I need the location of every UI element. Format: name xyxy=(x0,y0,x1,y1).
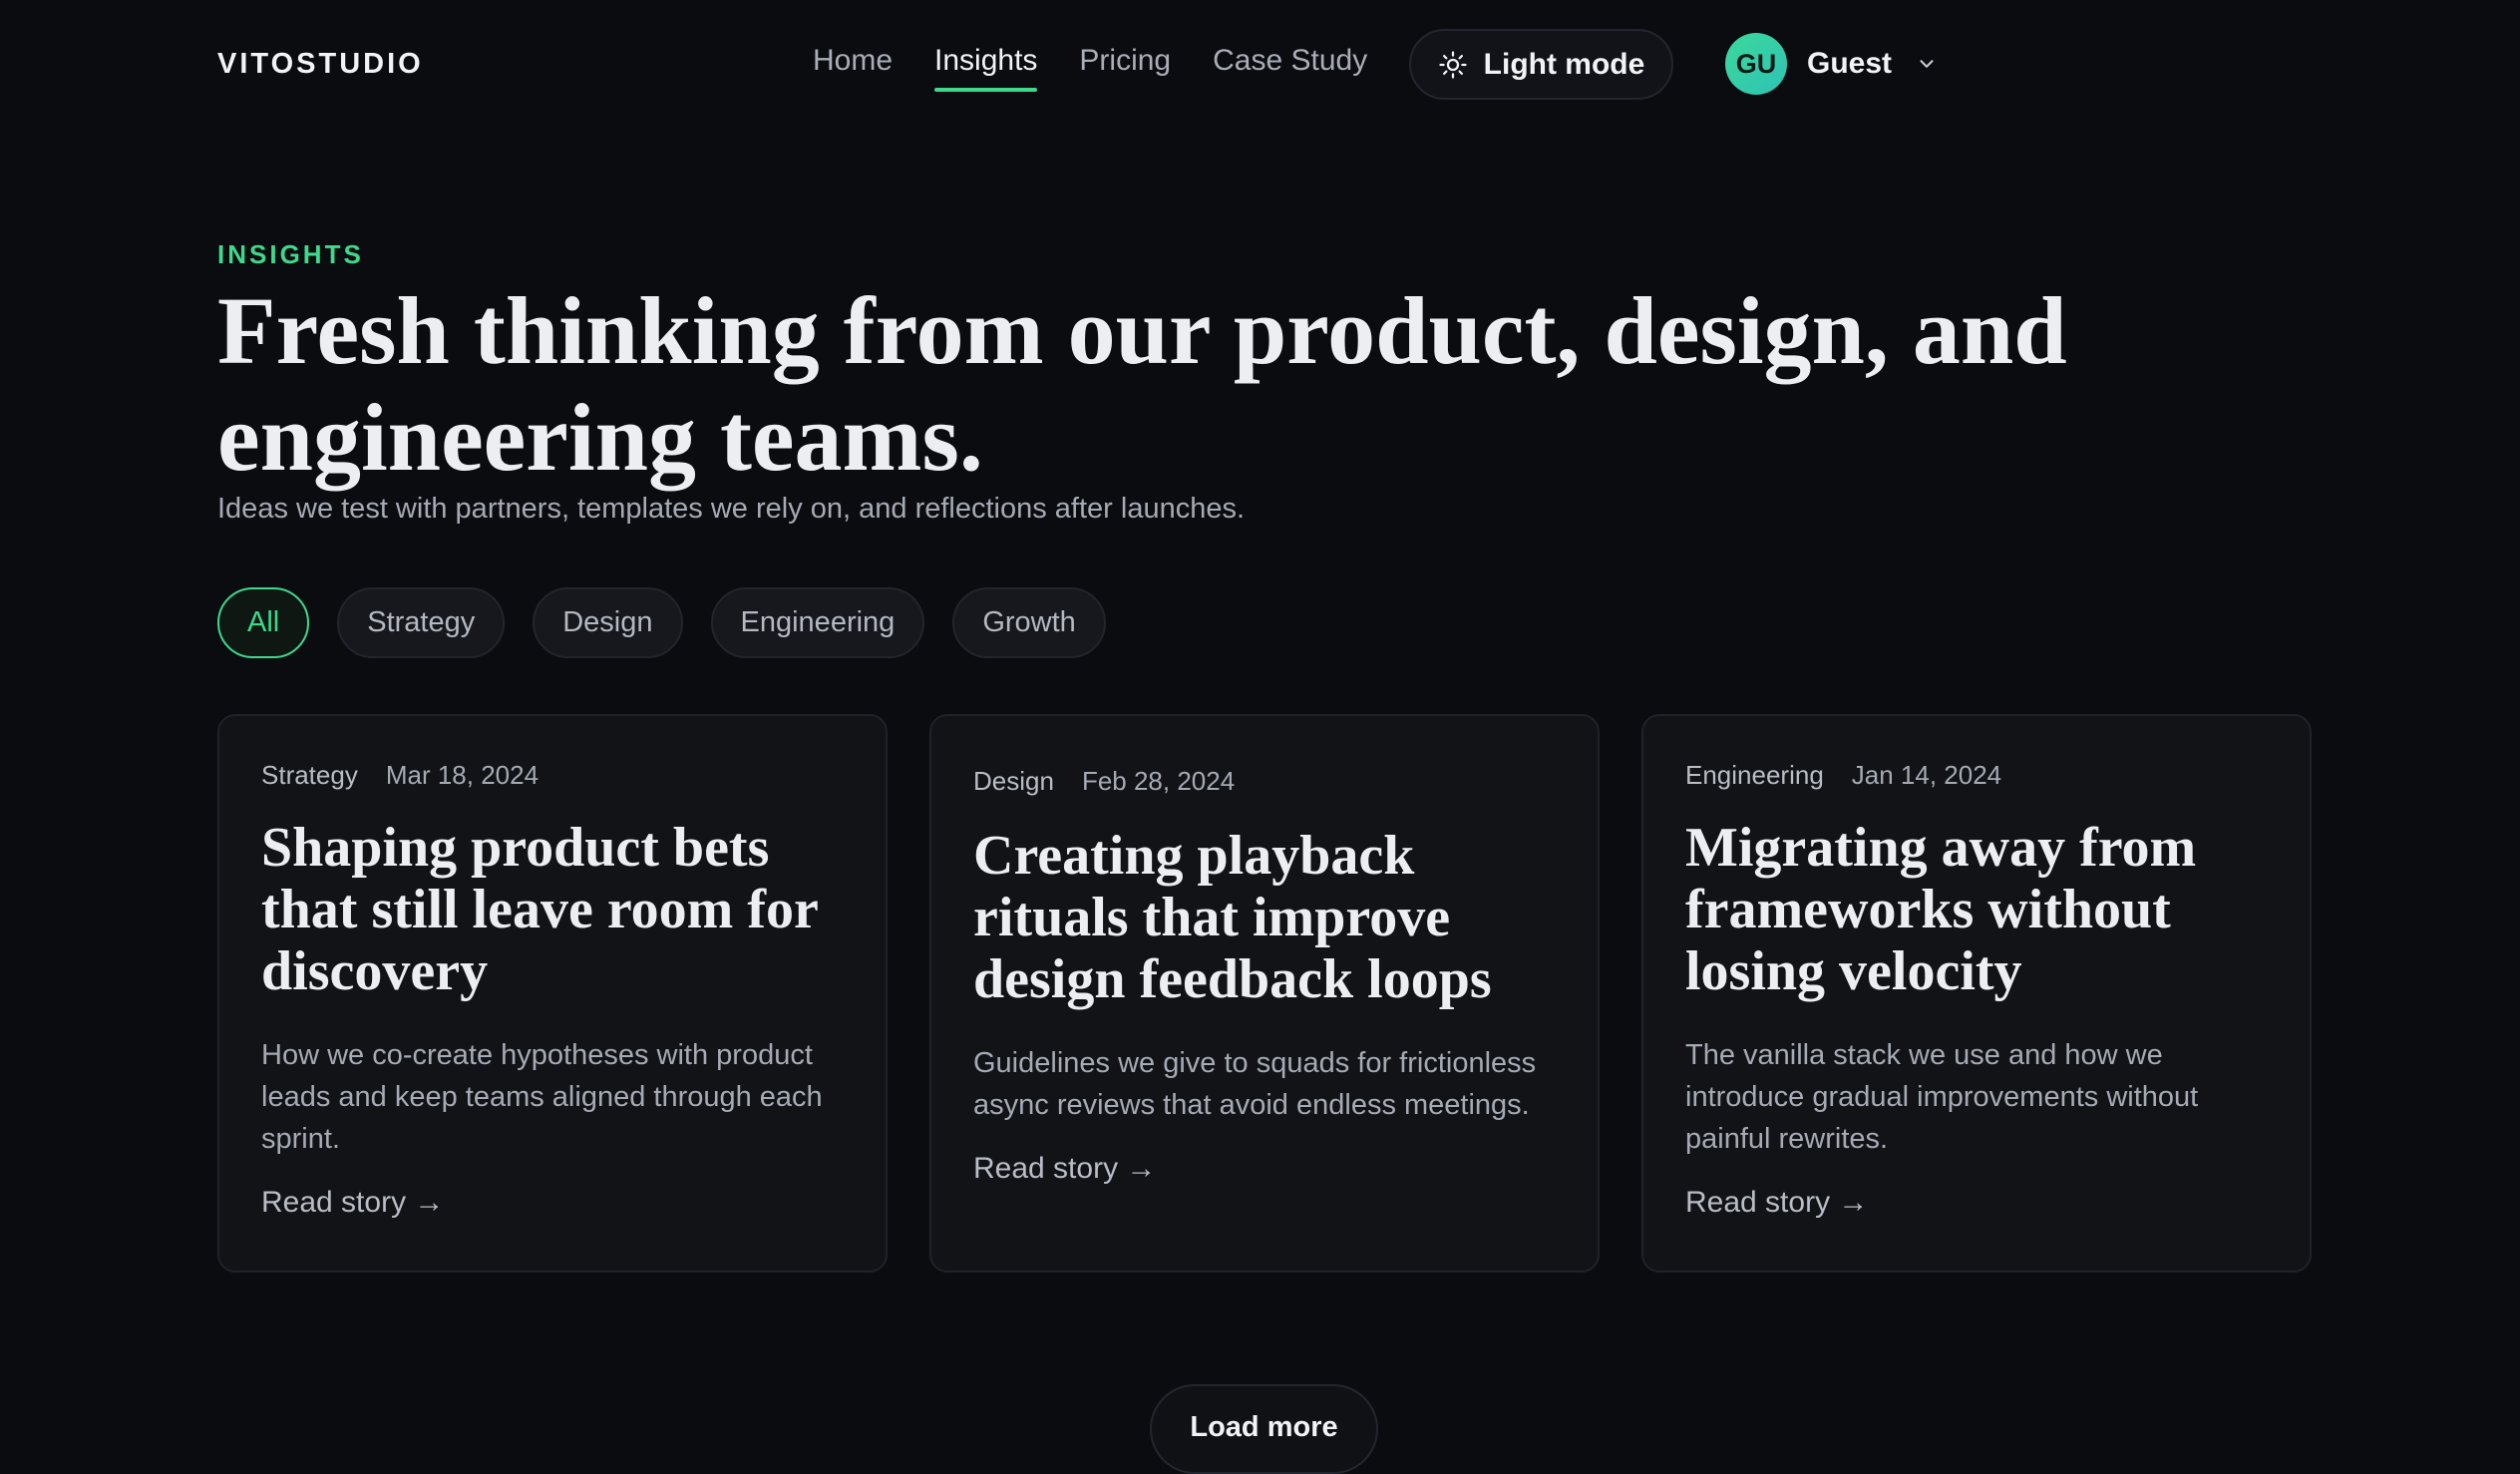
read-story-link[interactable]: Read story → xyxy=(261,1186,444,1220)
filter-all[interactable]: All xyxy=(217,587,310,658)
load-more-button[interactable]: Load more xyxy=(1150,1384,1378,1474)
card-meta: Design Feb 28, 2024 xyxy=(973,766,1556,797)
page-subtitle: Ideas we test with partners, templates w… xyxy=(217,493,1246,525)
card-category: Strategy xyxy=(261,760,358,790)
main-nav: Home Insights Pricing Case Study xyxy=(813,44,1367,92)
card-date: Jan 14, 2024 xyxy=(1851,760,2002,790)
user-menu[interactable]: GU Guest xyxy=(1725,33,1938,95)
nav-insights[interactable]: Insights xyxy=(934,44,1038,92)
category-filters: All Strategy Design Engineering Growth xyxy=(217,587,1106,658)
filter-design[interactable]: Design xyxy=(533,587,683,658)
card-title[interactable]: Creating playback rituals that improve d… xyxy=(973,825,1556,1010)
read-story-link[interactable]: Read story → xyxy=(973,1152,1156,1186)
article-card[interactable]: Engineering Jan 14, 2024 Migrating away … xyxy=(1641,714,2312,1273)
card-excerpt: Guidelines we give to squads for frictio… xyxy=(973,1047,1537,1121)
user-name: Guest xyxy=(1807,47,1893,80)
section-eyebrow: INSIGHTS xyxy=(217,239,364,269)
card-title[interactable]: Migrating away from frameworks without l… xyxy=(1685,817,2268,1002)
sun-icon xyxy=(1439,50,1467,79)
read-story-link[interactable]: Read story → xyxy=(1685,1186,1868,1220)
chevron-down-icon xyxy=(1920,60,1934,68)
filter-growth[interactable]: Growth xyxy=(952,587,1106,658)
card-date: Mar 18, 2024 xyxy=(385,760,540,790)
nav-case-study[interactable]: Case Study xyxy=(1213,44,1367,92)
card-meta: Engineering Jan 14, 2024 xyxy=(1685,760,2268,791)
article-card[interactable]: Strategy Mar 18, 2024 Shaping product be… xyxy=(217,714,888,1273)
filter-engineering[interactable]: Engineering xyxy=(710,587,925,658)
nav-home[interactable]: Home xyxy=(813,44,893,92)
brand-logo[interactable]: VITOSTUDIO xyxy=(217,48,424,81)
site-header: VITOSTUDIO Home Insights Pricing Case St… xyxy=(0,0,2520,130)
card-meta: Strategy Mar 18, 2024 xyxy=(261,760,844,791)
article-card[interactable]: Design Feb 28, 2024 Creating playback ri… xyxy=(929,714,1600,1273)
nav-pricing[interactable]: Pricing xyxy=(1079,44,1171,92)
card-excerpt: How we co-create hypotheses with product… xyxy=(261,1039,823,1155)
card-category: Engineering xyxy=(1685,760,1824,790)
light-mode-label: Light mode xyxy=(1483,47,1645,81)
card-category: Design xyxy=(973,766,1054,796)
light-mode-button[interactable]: Light mode xyxy=(1409,29,1673,100)
filter-strategy[interactable]: Strategy xyxy=(337,587,506,658)
card-date: Feb 28, 2024 xyxy=(1081,766,1236,796)
card-excerpt: The vanilla stack we use and how we intr… xyxy=(1685,1039,2199,1155)
page-title: Fresh thinking from our product, design,… xyxy=(217,277,2067,491)
card-title[interactable]: Shaping product bets that still leave ro… xyxy=(261,817,844,1002)
avatar: GU xyxy=(1725,33,1787,95)
